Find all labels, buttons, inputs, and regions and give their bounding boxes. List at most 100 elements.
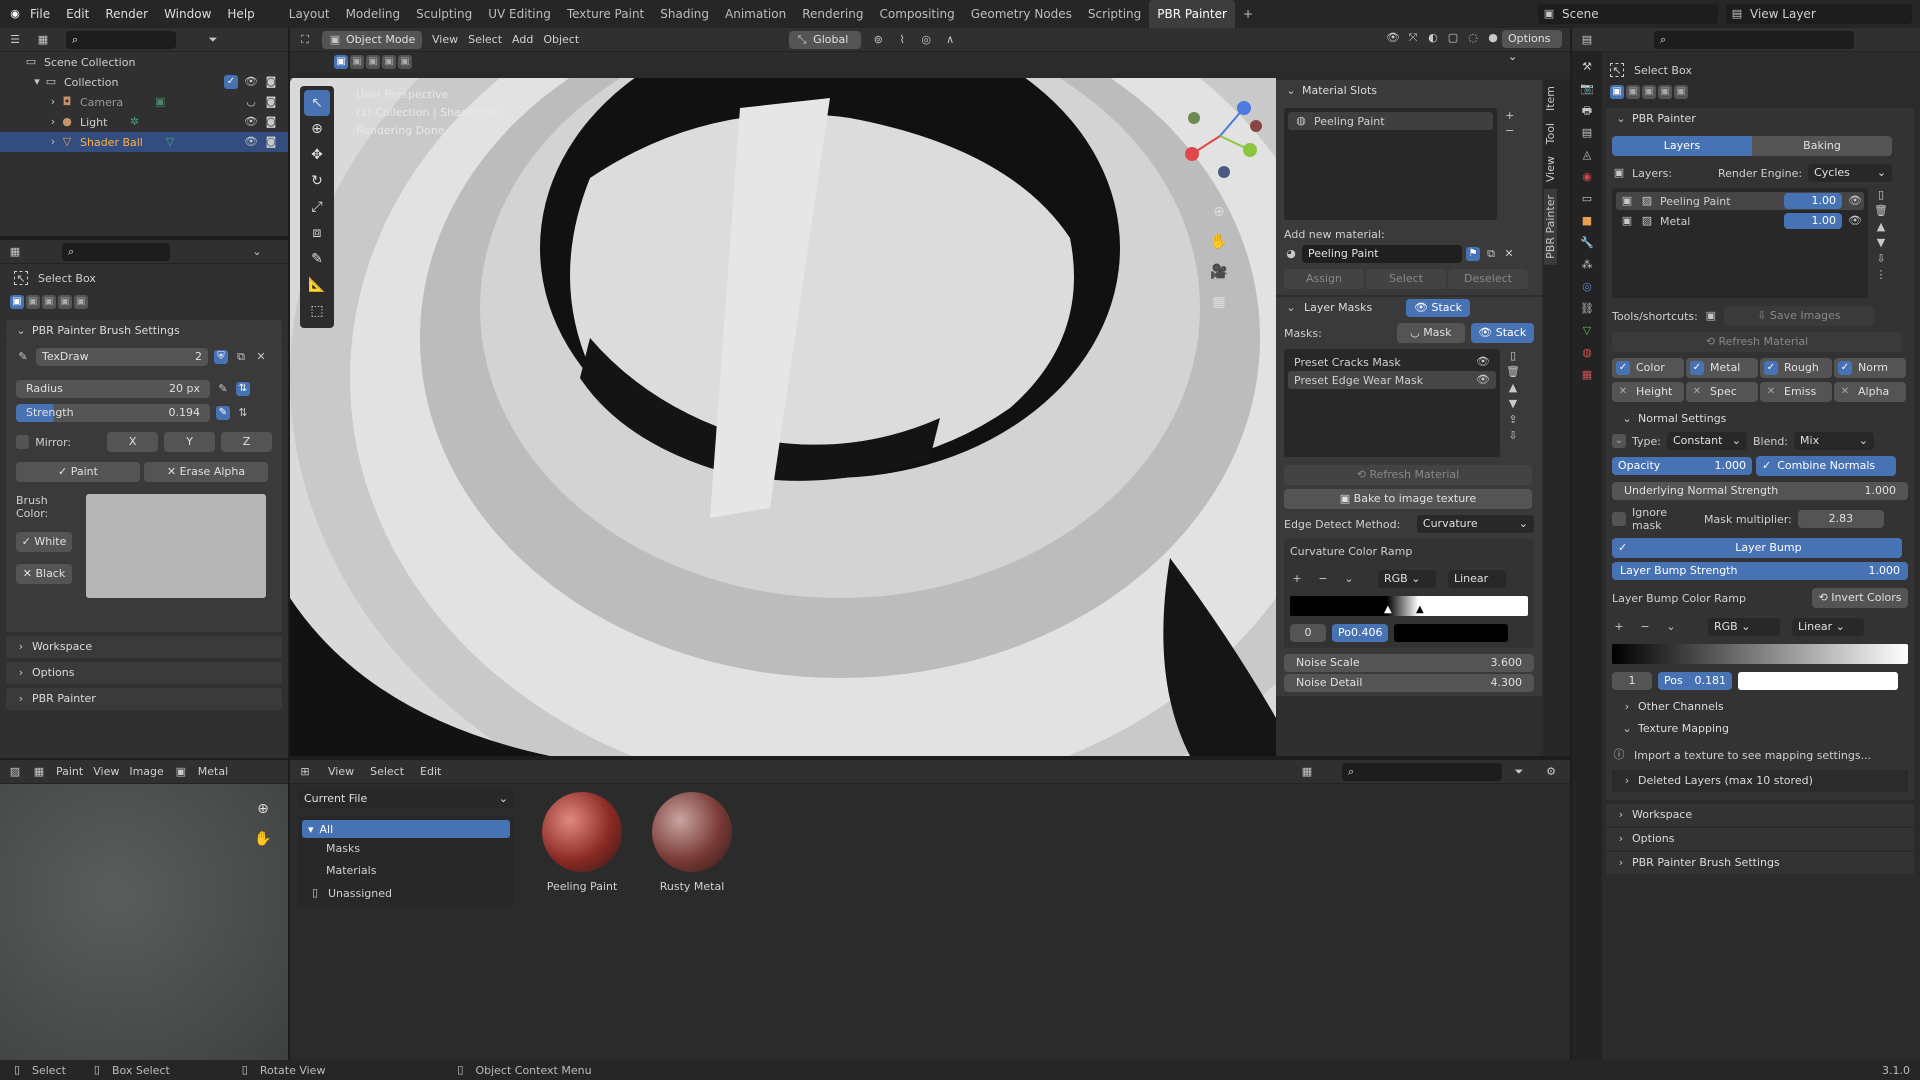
duplicate-icon[interactable]: ⧉ <box>234 350 248 364</box>
deselect-button[interactable]: Deselect <box>1448 269 1528 289</box>
material-browse-icon[interactable]: ◕ <box>1284 247 1298 261</box>
radius-slider[interactable]: Radius 20 px <box>16 380 210 398</box>
layer-masks-section[interactable]: ⌄ Layer Masks 👁 Stack <box>1276 297 1542 319</box>
display-mode-icon[interactable]: ▦ <box>36 33 50 47</box>
ramp-interp-dropdown[interactable]: Linear ⌄ <box>1448 570 1506 603</box>
tool-search-input[interactable]: ⌕ <box>62 242 170 261</box>
move-down-icon[interactable]: ▼ <box>1874 236 1888 250</box>
channel-rough[interactable]: ✓ Rough <box>1760 358 1832 378</box>
scene-collection-row[interactable]: ▭ Scene Collection <box>0 52 288 72</box>
pan-hand-icon[interactable]: ✋ <box>1206 229 1232 255</box>
channel-alpha[interactable]: ✕ Alpha <box>1834 382 1906 402</box>
mode-invert-icon[interactable]: ▣ <box>58 295 72 309</box>
brush-settings-section[interactable]: › PBR Painter Brush Settings <box>1606 852 1914 874</box>
collection-tab-icon[interactable]: ▭ <box>1580 192 1594 206</box>
ramp-interp-dropdown[interactable]: Linear ⌄ <box>1792 618 1864 636</box>
menu-render[interactable]: Render <box>97 0 156 28</box>
constraints-tab-icon[interactable]: ⛓ <box>1580 302 1594 316</box>
ortho-grid-icon[interactable]: ▦ <box>1206 289 1232 315</box>
render-camera-icon[interactable]: ◙ <box>264 95 278 109</box>
add-slot-icon[interactable]: + <box>1503 109 1517 123</box>
select-box-icon[interactable]: ↖ <box>14 271 28 285</box>
tab-pbr-painter[interactable]: PBR Painter <box>1149 0 1235 28</box>
add-workspace-icon[interactable]: + <box>1235 0 1261 28</box>
menu-select[interactable]: Select <box>468 33 502 46</box>
menu-image[interactable]: Image <box>129 765 163 778</box>
ramp-index-field[interactable]: 1 <box>1612 672 1652 690</box>
texture-tab-icon[interactable]: ▦ <box>1580 368 1594 382</box>
mode-new-icon[interactable]: ▣ <box>1610 85 1624 99</box>
mirror-y-button[interactable]: Y <box>164 432 216 452</box>
tab-geometry-nodes[interactable]: Geometry Nodes <box>963 0 1080 28</box>
catalog-unassigned[interactable]: ▯ Unassigned <box>302 882 510 904</box>
outliner-item-shader-ball[interactable]: › ▽ Shader Ball ▽ 👁 ◙ <box>0 132 288 152</box>
view-layer-selector[interactable]: ▤ View Layer <box>1726 4 1912 24</box>
image-browse-icon[interactable]: ▣ <box>174 765 188 779</box>
move-tool-icon[interactable]: ✥ <box>304 142 330 168</box>
visibility-eye-icon[interactable]: 👁 <box>244 135 258 149</box>
noise-scale-slider[interactable]: Noise Scale 3.600 <box>1284 654 1534 672</box>
invert-colors-button[interactable]: ⟲ Invert Colors <box>1812 588 1908 608</box>
ramp-stop-color[interactable] <box>1738 672 1898 690</box>
edge-detect-dropdown[interactable]: Curvature ⌄ <box>1416 515 1534 533</box>
transform-tool-icon[interactable]: ⧈ <box>304 220 330 246</box>
editor-type-icon[interactable]: ☰ <box>8 33 22 47</box>
mask-mult-field[interactable]: 2.83 <box>1797 510 1884 528</box>
scale-tool-icon[interactable]: ⤢ <box>304 194 330 220</box>
move-down-icon[interactable]: ▼ <box>1506 397 1520 411</box>
layer-visibility-icon[interactable]: 👁 <box>1848 194 1862 208</box>
expand-arrow-icon[interactable]: › <box>46 115 60 129</box>
layer-opacity[interactable]: 1.00 <box>1784 193 1842 209</box>
export-mask-icon[interactable]: ⇩ <box>1506 429 1520 443</box>
mode-intersect-icon[interactable]: ▣ <box>74 295 88 309</box>
collection-row[interactable]: ▾ ▭ Collection ✓ 👁 ◙ <box>0 72 288 92</box>
render-camera-icon[interactable]: ◙ <box>264 75 278 89</box>
black-button[interactable]: ✕ Black <box>16 564 72 584</box>
render-camera-icon[interactable]: ◙ <box>264 115 278 129</box>
opacity-slider[interactable]: Opacity 1.000 <box>1612 457 1752 475</box>
display-mode-icon[interactable]: ▦ <box>1300 765 1314 779</box>
menu-view[interactable]: View <box>432 33 458 46</box>
orientation-selector[interactable]: ⤡ Global <box>789 30 862 49</box>
pivot-icon[interactable]: ⊚ <box>871 33 885 47</box>
menu-edit[interactable]: Edit <box>58 0 97 28</box>
merge-icon[interactable]: ⇩ <box>1874 252 1888 266</box>
asset-search-input[interactable]: ⌕ <box>1342 763 1502 781</box>
underlying-normal-slider[interactable]: Underlying Normal Strength 1.000 <box>1612 482 1908 500</box>
ramp-mode-dropdown[interactable]: RGB ⌄ <box>1378 570 1436 588</box>
duplicate-icon[interactable]: ⧉ <box>1484 247 1498 261</box>
axis-gizmo[interactable] <box>1178 88 1268 188</box>
normal-toggle-icon[interactable]: ⌄ <box>1612 434 1626 448</box>
mirror-checkbox[interactable] <box>16 435 30 449</box>
remove-slot-icon[interactable]: − <box>1503 124 1517 138</box>
tab-baking[interactable]: Baking <box>1752 136 1892 156</box>
brush-settings-section[interactable]: ⌄ PBR Painter Brush Settings <box>6 320 282 342</box>
move-up-icon[interactable]: ▲ <box>1506 381 1520 395</box>
ramp-pos-field[interactable]: Po 0.406 <box>1332 624 1388 642</box>
tab-compositing[interactable]: Compositing <box>871 0 962 28</box>
import-mask-icon[interactable]: ⇪ <box>1506 413 1520 427</box>
ignore-mask-checkbox[interactable] <box>1612 512 1626 526</box>
mode-extend-icon[interactable]: ▣ <box>1626 85 1640 99</box>
channel-color[interactable]: ✓ Color <box>1612 358 1684 378</box>
deleted-layers-section[interactable]: › Deleted Layers (max 10 stored) <box>1612 770 1908 792</box>
mode-invert-icon[interactable]: ▣ <box>1658 85 1672 99</box>
editor-type-icon[interactable]: ▦ <box>8 245 22 259</box>
tab-item[interactable]: Item <box>1544 80 1557 117</box>
ramp-mode-dropdown[interactable]: RGB ⌄ <box>1708 618 1780 636</box>
material-slots-section[interactable]: ⌄ Material Slots <box>1276 80 1542 102</box>
proportional-edit-icon[interactable]: ◎ <box>919 33 933 47</box>
add-stop-icon[interactable]: + <box>1612 620 1626 634</box>
strength-slider[interactable]: Strength 0.194 <box>16 404 210 422</box>
ramp-pos-field[interactable]: Pos 0.181 <box>1658 672 1732 690</box>
catalog-materials[interactable]: Materials <box>302 860 510 882</box>
channel-spec[interactable]: ✕ Spec <box>1686 382 1758 402</box>
noise-detail-slider[interactable]: Noise Detail 4.300 <box>1284 674 1534 692</box>
mirror-x-button[interactable]: X <box>107 432 159 452</box>
mode-subtract-icon[interactable]: ▣ <box>366 55 380 69</box>
delete-layer-icon[interactable]: 🗑 <box>1874 204 1888 218</box>
layer-row[interactable]: ▣ ▨ Metal 1.00 👁 <box>1616 212 1864 230</box>
remove-stop-icon[interactable]: − <box>1638 620 1652 634</box>
assign-button[interactable]: Assign <box>1284 269 1364 289</box>
zoom-icon[interactable]: ⊕ <box>250 796 276 822</box>
